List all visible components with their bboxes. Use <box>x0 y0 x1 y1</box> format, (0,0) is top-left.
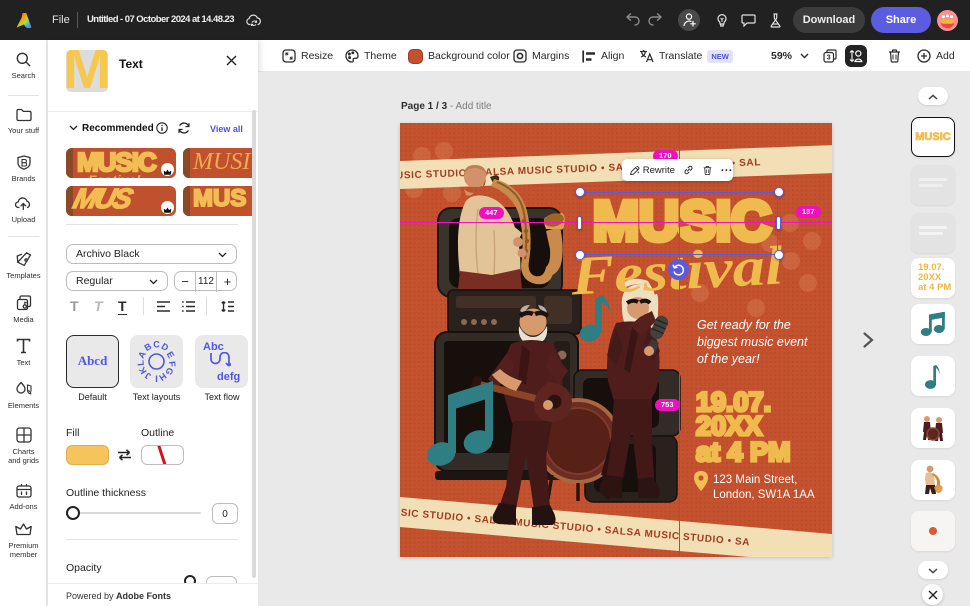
svg-text:at 4 PM: at 4 PM <box>696 437 791 467</box>
svg-text:B: B <box>143 341 154 353</box>
svg-text:C: C <box>153 341 160 350</box>
svg-text:London, SW1A 1AA: London, SW1A 1AA <box>713 489 815 501</box>
svg-text:Get ready for the: Get ready for the <box>697 318 791 332</box>
svg-text:of the year!: of the year! <box>697 352 760 366</box>
svg-text:biggest music event: biggest music event <box>697 335 808 349</box>
svg-text:E: E <box>165 350 177 360</box>
svg-text:123 Main Street,: 123 Main Street, <box>713 474 797 486</box>
svg-text:I: I <box>155 374 158 383</box>
svg-text:3: 3 <box>827 55 831 62</box>
